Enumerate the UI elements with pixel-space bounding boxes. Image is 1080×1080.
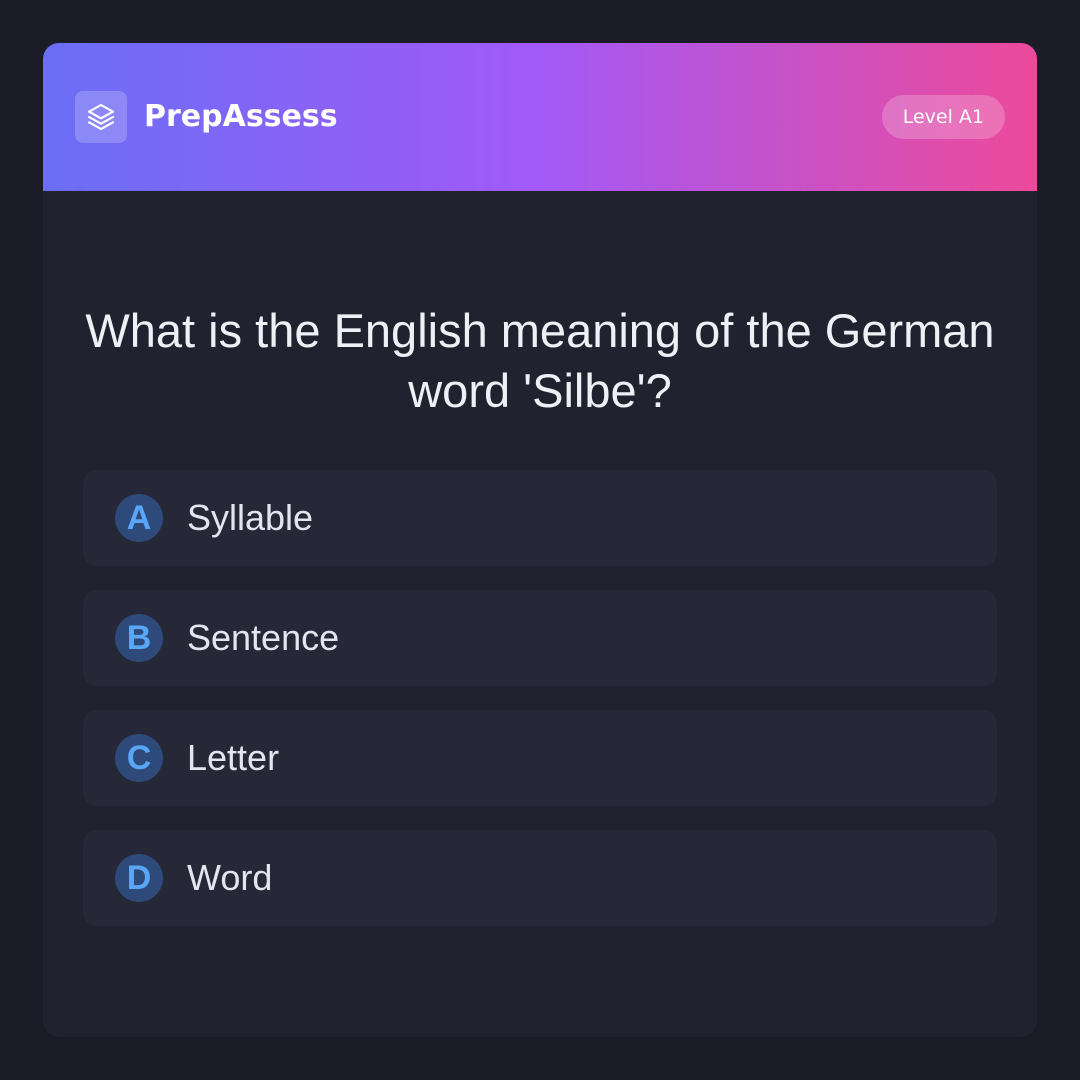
option-a[interactable]: A Syllable <box>83 470 997 566</box>
option-b[interactable]: B Sentence <box>83 590 997 686</box>
layers-icon <box>87 103 115 131</box>
option-letter-badge: B <box>115 614 163 662</box>
option-label: Word <box>187 857 273 898</box>
option-letter-badge: C <box>115 734 163 782</box>
quiz-card: PrepAssess Level A1 What is the English … <box>43 43 1037 1037</box>
card-header: PrepAssess Level A1 <box>43 43 1037 191</box>
brand-logo <box>75 91 127 143</box>
brand-name: PrepAssess <box>144 99 338 134</box>
option-letter-badge: D <box>115 854 163 902</box>
option-label: Syllable <box>187 497 314 538</box>
option-label: Sentence <box>187 617 340 658</box>
option-c[interactable]: C Letter <box>83 710 997 806</box>
level-badge: Level A1 <box>881 95 1005 139</box>
question-text: What is the English meaning of the Germa… <box>85 304 995 417</box>
option-d[interactable]: D Word <box>83 830 997 926</box>
option-label: Letter <box>187 737 280 778</box>
option-letter-badge: A <box>115 494 163 542</box>
